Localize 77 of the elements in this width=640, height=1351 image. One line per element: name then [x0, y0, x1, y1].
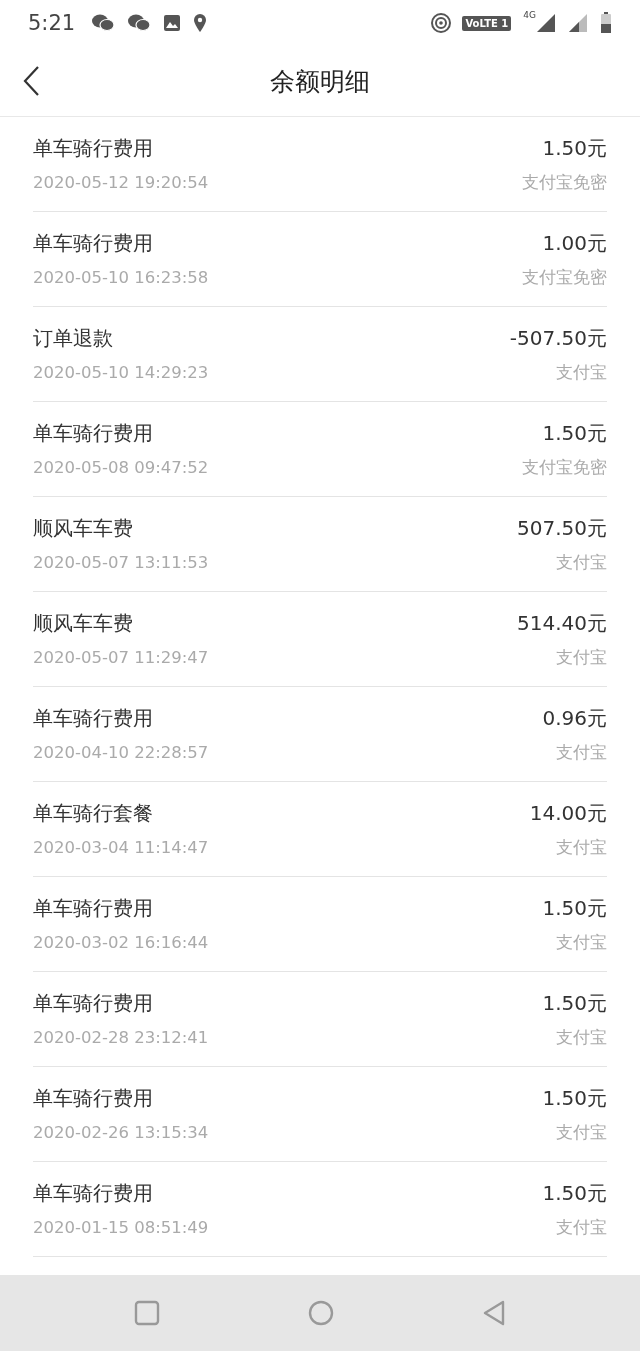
record-date: 2020-05-07 13:11:53 — [33, 553, 209, 572]
chat-icon — [127, 13, 152, 33]
volte-badge: VoLTE 1 — [462, 15, 512, 31]
battery-icon — [600, 12, 612, 34]
payment-method: 支付宝 — [556, 931, 607, 954]
payment-method: 支付宝 — [556, 741, 607, 764]
record-amount: 1.50元 — [542, 989, 607, 1017]
signal-icon — [536, 13, 556, 33]
record-date: 2020-02-28 23:12:41 — [33, 1028, 209, 1047]
record-date: 2020-05-08 09:47:52 — [33, 458, 209, 477]
record-row[interactable]: 订单退款 -507.50元 2020-05-10 14:29:23 支付宝 — [33, 307, 607, 402]
record-title: 订单退款 — [33, 324, 113, 352]
record-date: 2020-02-26 13:15:34 — [33, 1123, 209, 1142]
record-title: 单车骑行费用 — [33, 229, 153, 257]
chat-icon — [91, 13, 116, 33]
payment-method: 支付宝 — [556, 551, 607, 574]
record-title: 单车骑行费用 — [33, 894, 153, 922]
record-amount: 1.50元 — [542, 894, 607, 922]
record-row[interactable]: 单车骑行费用 1.50元 2020-05-12 19:20:54 支付宝免密 — [33, 117, 607, 212]
record-date: 2020-05-07 11:29:47 — [33, 648, 209, 667]
record-amount: 1.50元 — [542, 419, 607, 447]
record-row[interactable]: 单车骑行费用 1.50元 2020-03-02 16:16:44 支付宝 — [33, 877, 607, 972]
record-amount: 514.40元 — [517, 609, 607, 637]
image-icon — [163, 14, 182, 32]
status-time: 5:21 — [28, 11, 76, 35]
record-date: 2020-03-02 16:16:44 — [33, 933, 209, 952]
record-row[interactable]: 单车骑行费用 1.00元 2020-05-10 16:23:58 支付宝免密 — [33, 212, 607, 307]
record-date: 2020-05-10 16:23:58 — [33, 268, 209, 287]
record-title: 单车骑行费用 — [33, 1179, 153, 1207]
payment-method: 支付宝免密 — [522, 266, 607, 289]
record-title: 单车骑行费用 — [33, 1084, 153, 1112]
signal-icon — [568, 13, 588, 33]
page-title: 余额明细 — [270, 65, 370, 98]
back-button[interactable] — [22, 65, 40, 97]
record-row[interactable]: 单车骑行套餐 14.00元 2020-03-04 11:14:47 支付宝 — [33, 782, 607, 877]
record-date: 2020-05-10 14:29:23 — [33, 363, 209, 382]
payment-method: 支付宝 — [556, 1121, 607, 1144]
record-title: 单车骑行费用 — [33, 704, 153, 732]
record-row[interactable]: 单车骑行费用 0.96元 2020-04-10 22:28:57 支付宝 — [33, 687, 607, 782]
record-row[interactable]: 单车骑行费用 1.50元 2020-05-08 09:47:52 支付宝免密 — [33, 402, 607, 497]
record-title: 单车骑行费用 — [33, 419, 153, 447]
record-row[interactable]: 顺风车车费 514.40元 2020-05-07 11:29:47 支付宝 — [33, 592, 607, 687]
record-amount: 1.50元 — [542, 1179, 607, 1207]
record-title: 顺风车车费 — [33, 514, 133, 542]
record-date: 2020-05-12 19:20:54 — [33, 173, 209, 192]
record-title: 单车骑行费用 — [33, 134, 153, 162]
record-row[interactable]: 顺风车车费 507.50元 2020-05-07 13:11:53 支付宝 — [33, 497, 607, 592]
payment-method: 支付宝免密 — [522, 456, 607, 479]
home-icon[interactable] — [308, 1300, 334, 1326]
payment-method: 支付宝 — [556, 1216, 607, 1239]
record-title: 顺风车车费 — [33, 609, 133, 637]
record-date: 2020-01-15 08:51:49 — [33, 1218, 209, 1237]
record-amount: -507.50元 — [509, 324, 607, 352]
payment-method: 支付宝 — [556, 836, 607, 859]
record-amount: 1.50元 — [542, 134, 607, 162]
payment-method: 支付宝 — [556, 1026, 607, 1049]
back-icon[interactable] — [482, 1300, 506, 1326]
back-icon — [22, 65, 40, 97]
record-amount: 507.50元 — [517, 514, 607, 542]
record-amount: 1.00元 — [542, 229, 607, 257]
record-title: 单车骑行费用 — [33, 989, 153, 1017]
hotspot-icon — [430, 12, 453, 34]
record-row[interactable]: 单车骑行费用 1.50元 2020-01-15 08:51:49 支付宝 — [33, 1162, 607, 1257]
payment-method: 支付宝 — [556, 646, 607, 669]
record-title: 单车骑行套餐 — [33, 799, 153, 827]
network-label: 4G — [523, 10, 536, 20]
record-date: 2020-04-10 22:28:57 — [33, 743, 209, 762]
payment-method: 支付宝 — [556, 361, 607, 384]
record-row[interactable]: 单车骑行费用 1.50元 2020-02-26 13:15:34 支付宝 — [33, 1067, 607, 1162]
record-row[interactable]: 单车骑行费用 1.50元 2020-02-28 23:12:41 支付宝 — [33, 972, 607, 1067]
record-amount: 14.00元 — [529, 799, 607, 827]
location-icon — [193, 13, 208, 33]
record-amount: 0.96元 — [542, 704, 607, 732]
payment-method: 支付宝免密 — [522, 171, 607, 194]
record-amount: 1.50元 — [542, 1084, 607, 1112]
recents-icon[interactable] — [134, 1300, 160, 1326]
record-date: 2020-03-04 11:14:47 — [33, 838, 209, 857]
